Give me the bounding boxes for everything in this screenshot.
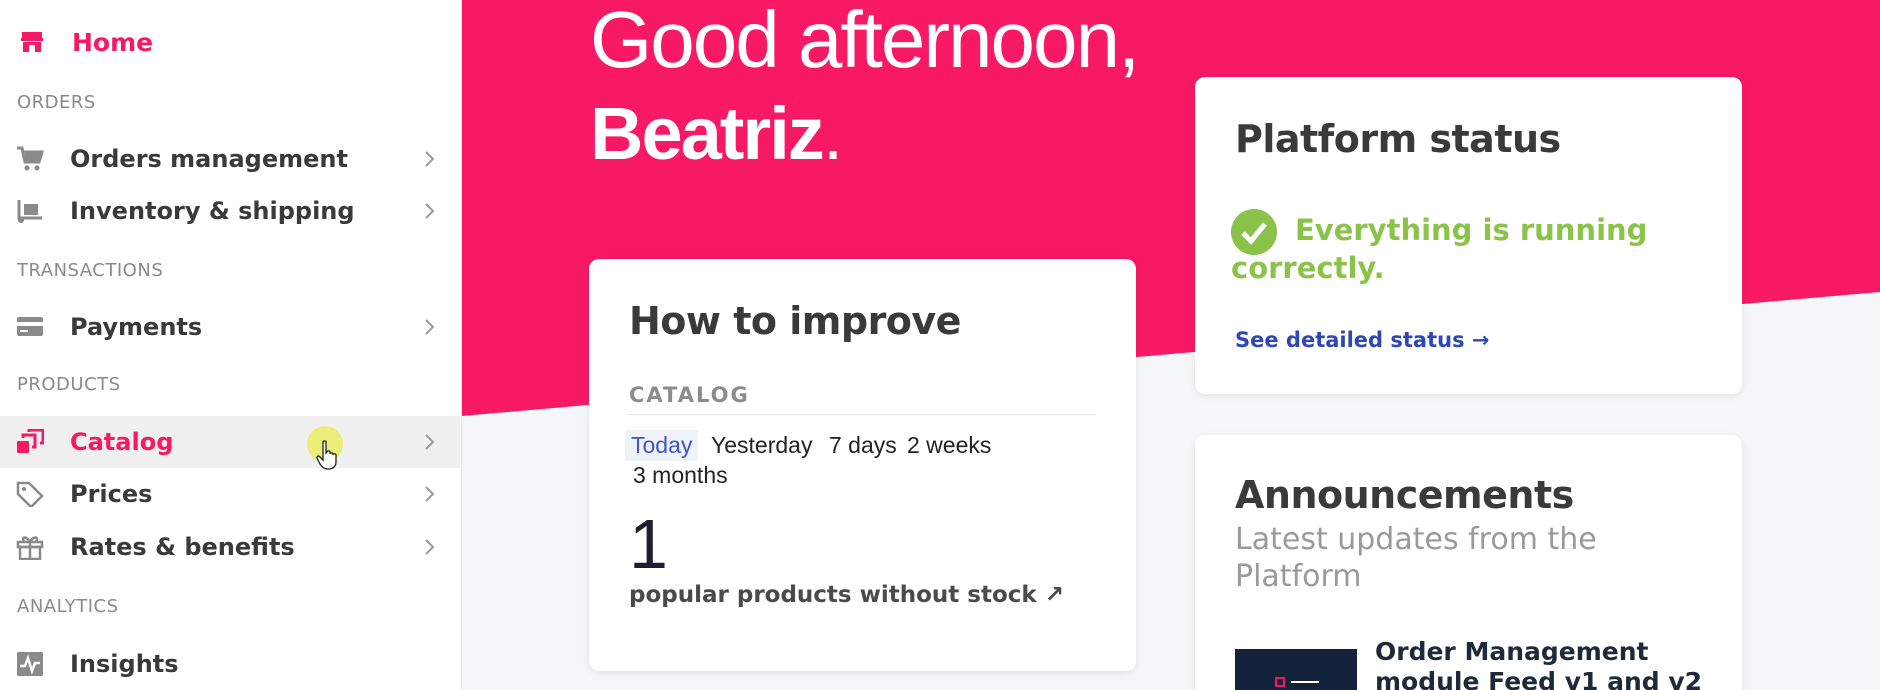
- sidebar-item-prices[interactable]: Prices: [0, 468, 460, 520]
- dolly-icon: [17, 200, 42, 223]
- sidebar-item-label: Inventory & shipping: [70, 197, 355, 225]
- store-icon: [21, 32, 43, 52]
- divider: [629, 414, 1096, 415]
- sidebar-item-label: Prices: [70, 480, 153, 508]
- sidebar-item-rates-benefits[interactable]: Rates & benefits: [0, 521, 460, 573]
- status-message: Everything is running correctly.: [1231, 213, 1648, 285]
- announcements-title: Announcements: [1235, 473, 1574, 517]
- chevron-right-icon: [425, 539, 435, 555]
- catalog-section-title: CATALOG: [629, 383, 750, 407]
- chevron-right-icon: [425, 151, 435, 167]
- stock-alert-count: 1: [629, 505, 668, 583]
- tab-yesterday[interactable]: Yesterday: [705, 430, 818, 461]
- tag-icon: [16, 481, 44, 507]
- announcements-subtitle: Latest updates from the Platform: [1235, 522, 1597, 594]
- greeting-name-line: Beatriz.: [590, 92, 844, 175]
- platform-status-title: Platform status: [1235, 117, 1561, 161]
- nav-home-label: Home: [72, 27, 154, 57]
- nav-home[interactable]: Home: [0, 18, 460, 66]
- chart-pulse-icon: [17, 652, 43, 676]
- gift-icon: [16, 536, 44, 560]
- tab-today[interactable]: Today: [625, 430, 699, 461]
- section-transactions: TRANSACTIONS: [17, 260, 164, 281]
- hand-cursor-icon: [316, 440, 337, 470]
- tab-7-days[interactable]: 7 days: [823, 430, 903, 461]
- chevron-right-icon: [425, 486, 435, 502]
- greeting-punct: .: [822, 92, 844, 175]
- sidebar-item-label: Payments: [70, 313, 203, 341]
- how-to-improve-title: How to improve: [629, 299, 961, 343]
- chevron-right-icon: [425, 434, 435, 450]
- section-analytics: ANALYTICS: [17, 596, 119, 617]
- sidebar: Home ORDERS Orders management Inventory …: [0, 0, 462, 690]
- announcements-card: Announcements Latest updates from the Pl…: [1195, 435, 1742, 690]
- sidebar-item-payments[interactable]: Payments: [0, 301, 460, 353]
- sidebar-item-orders-management[interactable]: Orders management: [0, 133, 460, 185]
- section-products: PRODUCTS: [17, 374, 121, 395]
- announcement-thumbnail[interactable]: [1235, 649, 1357, 690]
- tab-2-weeks[interactable]: 2 weeks: [901, 430, 997, 461]
- chevron-right-icon: [425, 319, 435, 335]
- greeting-line: Good afternoon,: [590, 0, 1140, 84]
- sidebar-item-catalog[interactable]: Catalog: [0, 416, 460, 468]
- cart-icon: [17, 146, 44, 171]
- catalog-icon: [17, 429, 44, 453]
- tab-3-months[interactable]: 3 months: [627, 460, 734, 491]
- popular-products-link[interactable]: popular products without stock ↗: [629, 582, 1064, 608]
- how-to-improve-card: How to improve CATALOG Today Yesterday 7…: [589, 259, 1136, 671]
- platform-status-card: Platform status Everything is running co…: [1195, 77, 1742, 394]
- section-orders: ORDERS: [17, 92, 96, 113]
- sidebar-item-inventory-shipping[interactable]: Inventory & shipping: [0, 185, 460, 237]
- chevron-right-icon: [425, 203, 435, 219]
- thumbnail-line-icon: [1291, 681, 1319, 683]
- see-detailed-status-link[interactable]: See detailed status →: [1235, 328, 1490, 352]
- sidebar-item-label: Orders management: [70, 145, 348, 173]
- sidebar-item-label: Insights: [70, 650, 179, 678]
- announcement-item-title[interactable]: Order Management module Feed v1 and v2: [1375, 637, 1705, 690]
- thumbnail-square-icon: [1275, 677, 1285, 687]
- credit-card-icon: [17, 317, 43, 336]
- sidebar-item-label: Catalog: [70, 428, 174, 456]
- user-name: Beatriz: [590, 92, 825, 175]
- sidebar-item-label: Rates & benefits: [70, 533, 295, 561]
- sidebar-item-insights[interactable]: Insights: [0, 638, 460, 690]
